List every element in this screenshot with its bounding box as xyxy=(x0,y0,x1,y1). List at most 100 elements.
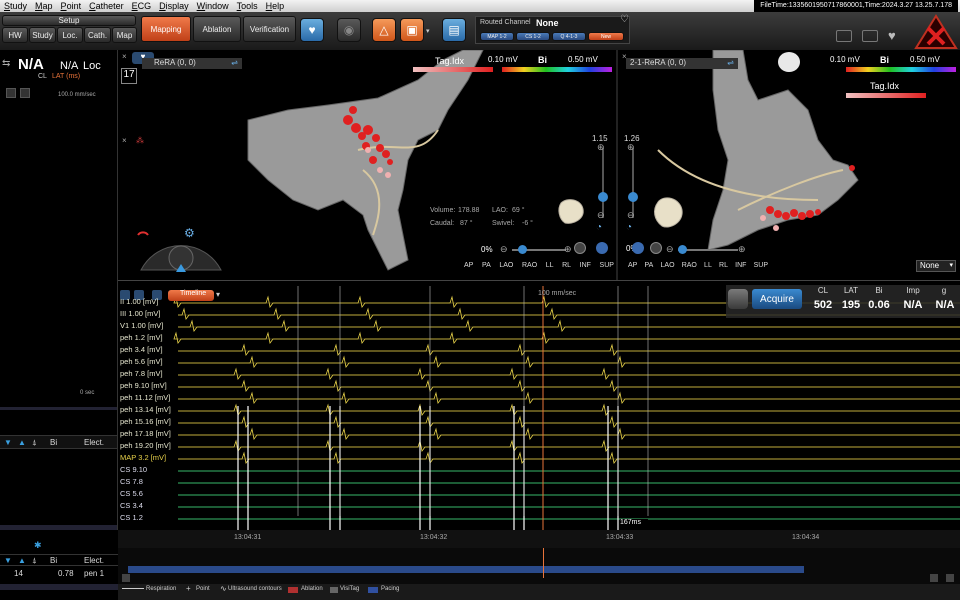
route-cs12-button[interactable]: CS 1-2 xyxy=(516,32,550,41)
channel-label[interactable]: CS 9.10 xyxy=(120,465,147,474)
reset-view-icon[interactable]: ◔ xyxy=(626,222,632,233)
channel-label[interactable]: peh 11.12 [mV] xyxy=(120,393,170,402)
map-title-left[interactable]: ReRA (0, 0) ⇌ xyxy=(142,58,242,69)
settings-gear-icon[interactable]: ⚙ xyxy=(184,226,195,240)
close-icon[interactable]: × xyxy=(122,52,127,61)
view-rl[interactable]: RL xyxy=(562,262,571,272)
view-rao[interactable]: RAO xyxy=(682,262,697,272)
tab-hw[interactable]: HW xyxy=(2,27,28,43)
map-options-icon[interactable]: ⇌ xyxy=(727,58,734,67)
opacity-slider[interactable] xyxy=(678,249,738,251)
left-scrollbar[interactable] xyxy=(0,407,117,410)
tab-ablation[interactable]: Ablation xyxy=(193,16,241,42)
pin-icon[interactable]: ⇆ xyxy=(2,58,10,69)
menu-map[interactable]: Map xyxy=(31,1,57,11)
opacity-plus-icon[interactable]: ⊕ xyxy=(738,244,746,255)
channel-label[interactable]: V1 1.00 [mV] xyxy=(120,321,163,330)
opacity-minus-icon[interactable]: ⊖ xyxy=(666,244,674,255)
channel-label[interactable]: peh 17.18 [mV] xyxy=(120,429,171,438)
bell-icon[interactable]: △ xyxy=(372,18,396,42)
view-rao[interactable]: RAO xyxy=(522,262,537,272)
route-new-button[interactable]: New xyxy=(588,32,624,41)
transparency-icon[interactable] xyxy=(650,242,662,254)
chevron-down-icon[interactable]: ▾ xyxy=(216,290,220,299)
acquire-button[interactable]: Acquire xyxy=(752,289,802,309)
zoom-slider-thumb[interactable] xyxy=(598,192,608,202)
view-sup[interactable]: SUP xyxy=(600,262,614,272)
table-row[interactable]: 14 0.78 pen 1 xyxy=(0,568,118,580)
view-ap[interactable]: AP xyxy=(628,262,637,272)
channel-label[interactable]: CS 1.2 xyxy=(120,513,143,522)
menu-help[interactable]: Help xyxy=(262,1,289,11)
opacity-slider-thumb[interactable] xyxy=(518,245,527,254)
zoom-slider[interactable] xyxy=(632,148,634,218)
map-options-icon[interactable]: ⇌ xyxy=(231,58,238,67)
scroll-end-button[interactable] xyxy=(946,574,954,582)
menu-tools[interactable]: Tools xyxy=(233,1,262,11)
channel-label[interactable]: III 1.00 [mV] xyxy=(120,309,160,318)
view-pa[interactable]: PA xyxy=(482,262,491,272)
channel-label[interactable]: peh 13.14 [mV] xyxy=(120,405,171,414)
lock-icon[interactable]: ⍋ xyxy=(32,438,37,448)
view-sup[interactable]: SUP xyxy=(754,262,768,272)
view-ll[interactable]: LL xyxy=(704,262,712,272)
left-scrollbar-bottom[interactable] xyxy=(0,525,117,530)
menu-display[interactable]: Display xyxy=(155,1,193,11)
filter-icon[interactable]: ▼ xyxy=(4,438,12,447)
opacity-minus-icon[interactable]: ⊖ xyxy=(500,244,508,255)
tab-loc[interactable]: Loc. xyxy=(57,27,83,43)
navigation-compass[interactable] xyxy=(136,220,226,275)
gear-icon[interactable]: ✱ xyxy=(34,540,42,551)
scroll-right-button[interactable] xyxy=(930,574,938,582)
sort-icon[interactable]: ▲ xyxy=(18,438,26,447)
opacity-slider-thumb[interactable] xyxy=(678,245,687,254)
map-view-left[interactable]: × ♥ 17 ReRA (0, 0) ⇌ × ⁂ ⚙ Tag.Idx 0.10 … xyxy=(118,50,616,280)
tab-cath[interactable]: Cath. xyxy=(84,27,111,43)
zoom-slider-thumb[interactable] xyxy=(628,192,638,202)
snapshot-icon[interactable]: ▣ xyxy=(400,18,424,42)
view-rl[interactable]: RL xyxy=(719,262,728,272)
scroll-left-button[interactable] xyxy=(122,574,130,582)
transparency-icon[interactable] xyxy=(574,242,586,254)
view-inf[interactable]: INF xyxy=(735,262,746,272)
channel-label[interactable]: MAP 3.2 [mV] xyxy=(120,453,166,462)
channel-label[interactable]: II 1.00 [mV] xyxy=(120,297,158,306)
tag-grid-icon[interactable]: ⁂ xyxy=(136,136,144,145)
expand-icon[interactable] xyxy=(6,88,16,98)
channel-label[interactable]: peh 1.2 [mV] xyxy=(120,333,163,342)
channel-label[interactable]: CS 3.4 xyxy=(120,501,143,510)
monitor-icon[interactable]: ▤ xyxy=(442,18,466,42)
collapse-icon[interactable] xyxy=(20,88,30,98)
timeline-scrubber[interactable] xyxy=(118,548,960,584)
channel-label[interactable]: peh 3.4 [mV] xyxy=(120,345,163,354)
route-q413-button[interactable]: Q 4-1-3 xyxy=(552,32,586,41)
menu-window[interactable]: Window xyxy=(193,1,233,11)
signals-panel[interactable]: Timeline ▾ 100 mm/sec Acquire CL LAT Bi … xyxy=(118,280,960,530)
rotate-icon[interactable] xyxy=(596,242,608,254)
view-pa[interactable]: PA xyxy=(645,262,654,272)
map-dropdown[interactable]: None ▾ xyxy=(916,260,956,272)
reset-view-icon[interactable]: ◔ xyxy=(596,222,602,233)
zoom-slider[interactable] xyxy=(602,148,604,218)
view-lao[interactable]: LAO xyxy=(499,262,513,272)
zoom-in-icon[interactable]: ⊕ xyxy=(597,142,605,153)
map-view-right[interactable]: × 2-1-ReRA (0, 0) ⇌ 0.10 mV Bi 0.50 mV T… xyxy=(618,50,960,280)
heart-add-icon[interactable]: ♥ xyxy=(300,18,324,42)
menu-catheter[interactable]: Catheter xyxy=(85,1,128,11)
signal-traces[interactable] xyxy=(118,281,960,530)
tab-study[interactable]: Study xyxy=(29,27,56,43)
view-ap[interactable]: AP xyxy=(464,262,473,272)
tab-map[interactable]: Map xyxy=(112,27,137,43)
channel-label[interactable]: peh 5.6 [mV] xyxy=(120,357,163,366)
channel-label[interactable]: peh 9.10 [mV] xyxy=(120,381,167,390)
timeline-cursor[interactable] xyxy=(543,548,544,578)
timeline-range[interactable] xyxy=(128,566,804,573)
map-title-right[interactable]: 2-1-ReRA (0, 0) ⇌ xyxy=(626,58,738,69)
route-map12-button[interactable]: MAP 1-2 xyxy=(480,32,514,41)
zoom-in-icon[interactable]: ⊕ xyxy=(627,142,635,153)
menu-study[interactable]: Study xyxy=(0,1,31,11)
channel-label[interactable]: peh 15.16 [mV] xyxy=(120,417,171,426)
acquire-icon[interactable] xyxy=(728,289,748,309)
menu-point[interactable]: Point xyxy=(57,1,86,11)
zoom-out-icon[interactable]: ⊖ xyxy=(597,210,605,221)
